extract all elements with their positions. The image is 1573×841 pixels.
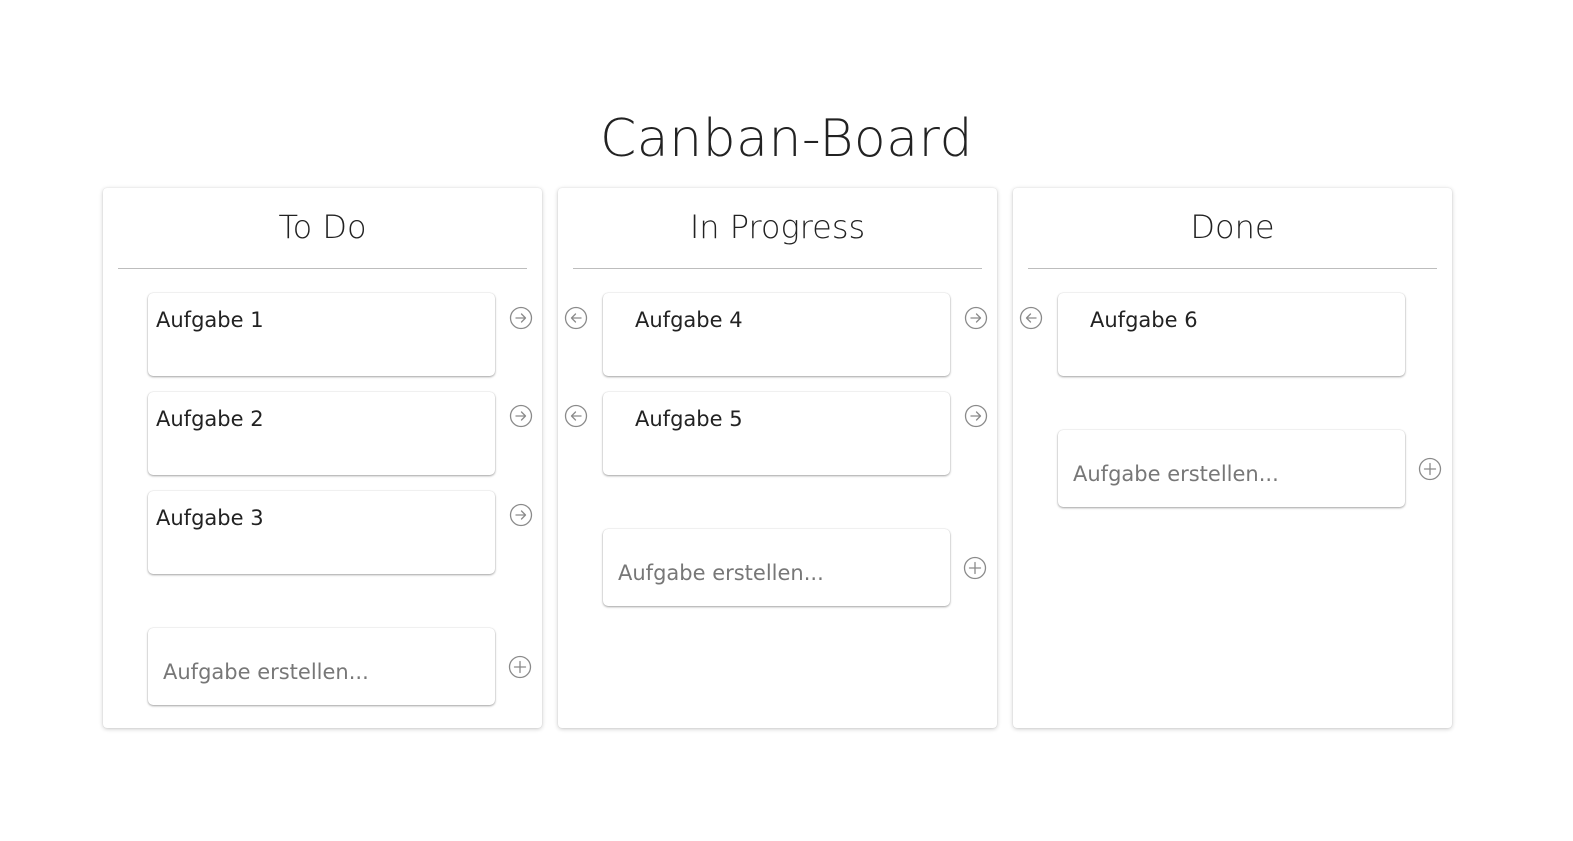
move-right-icon[interactable] <box>509 404 533 428</box>
kanban-board: To Do Aufgabe 1 Aufgabe 2 Aufgabe 3 In P… <box>103 188 1452 728</box>
task-card[interactable]: Aufgabe 1 <box>148 293 495 376</box>
task-label: Aufgabe 2 <box>156 407 264 431</box>
column-in-progress: In Progress Aufgabe 4 Aufgabe 5 <box>558 188 997 728</box>
new-task-input[interactable] <box>148 628 495 705</box>
column-title: Done <box>1028 202 1437 269</box>
move-right-icon[interactable] <box>964 306 988 330</box>
new-task-input[interactable] <box>603 529 950 606</box>
task-label: Aufgabe 5 <box>635 407 743 431</box>
add-task-icon[interactable] <box>1418 457 1442 481</box>
column-title: To Do <box>118 202 527 269</box>
column-done: Done Aufgabe 6 <box>1013 188 1452 728</box>
move-right-icon[interactable] <box>509 306 533 330</box>
task-card[interactable]: Aufgabe 2 <box>148 392 495 475</box>
task-card[interactable]: Aufgabe 6 <box>1058 293 1405 376</box>
task-label: Aufgabe 6 <box>1090 308 1198 332</box>
task-label: Aufgabe 3 <box>156 506 264 530</box>
add-task-icon[interactable] <box>508 655 532 679</box>
move-right-icon[interactable] <box>509 503 533 527</box>
column-title: In Progress <box>573 202 982 269</box>
page-title: Canban-Board <box>599 108 974 169</box>
move-left-icon[interactable] <box>564 306 588 330</box>
add-task-icon[interactable] <box>963 556 987 580</box>
task-card[interactable]: Aufgabe 3 <box>148 491 495 574</box>
column-todo: To Do Aufgabe 1 Aufgabe 2 Aufgabe 3 <box>103 188 542 728</box>
task-card[interactable]: Aufgabe 4 <box>603 293 950 376</box>
move-left-icon[interactable] <box>1019 306 1043 330</box>
task-card[interactable]: Aufgabe 5 <box>603 392 950 475</box>
task-label: Aufgabe 1 <box>156 308 264 332</box>
move-right-icon[interactable] <box>964 404 988 428</box>
new-task-input[interactable] <box>1058 430 1405 507</box>
task-label: Aufgabe 4 <box>635 308 743 332</box>
move-left-icon[interactable] <box>564 404 588 428</box>
